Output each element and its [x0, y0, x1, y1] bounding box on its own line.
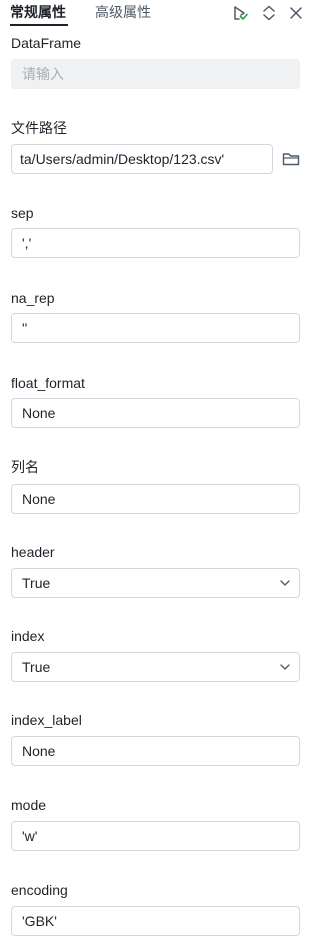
run-icon[interactable]: [230, 3, 250, 23]
chevron-down-icon: [280, 580, 290, 586]
expand-collapse-icon[interactable]: [259, 3, 279, 23]
encoding-input[interactable]: 'GBK': [11, 906, 300, 936]
encoding-label: encoding: [11, 882, 68, 898]
header-select[interactable]: True: [11, 568, 300, 598]
active-tab-indicator: [10, 24, 68, 26]
chevron-down-icon: [280, 664, 290, 670]
index-label-label: index_label: [11, 712, 82, 728]
header-select-value: True: [22, 575, 51, 591]
mode-label: mode: [11, 797, 47, 813]
index-select-value: True: [22, 659, 51, 675]
na-rep-input[interactable]: '': [11, 313, 300, 343]
tab-advanced-properties[interactable]: 高级属性: [95, 4, 151, 22]
dataframe-label: DataFrame: [11, 35, 82, 51]
properties-tab-bar: 常规属性 高级属性: [0, 0, 307, 27]
index-label-text: index: [11, 628, 45, 644]
file-path-label: 文件路径: [11, 120, 67, 136]
sep-label: sep: [11, 205, 34, 221]
file-path-input[interactable]: ta/Users/admin/Desktop/123.csv': [11, 144, 273, 174]
folder-icon[interactable]: [282, 151, 300, 167]
columns-input[interactable]: None: [11, 484, 300, 514]
mode-input[interactable]: 'w': [11, 821, 300, 851]
index-label-input[interactable]: None: [11, 736, 300, 766]
float-format-input[interactable]: None: [11, 398, 300, 428]
index-select[interactable]: True: [11, 652, 300, 682]
sep-input[interactable]: ',': [11, 228, 300, 258]
dataframe-input[interactable]: 请输入: [11, 59, 300, 89]
columns-label: 列名: [11, 459, 39, 475]
float-format-label: float_format: [11, 375, 85, 391]
na-rep-label: na_rep: [11, 290, 55, 306]
close-icon[interactable]: [286, 3, 306, 23]
tab-general-properties[interactable]: 常规属性: [10, 4, 66, 22]
header-label: header: [11, 544, 55, 560]
